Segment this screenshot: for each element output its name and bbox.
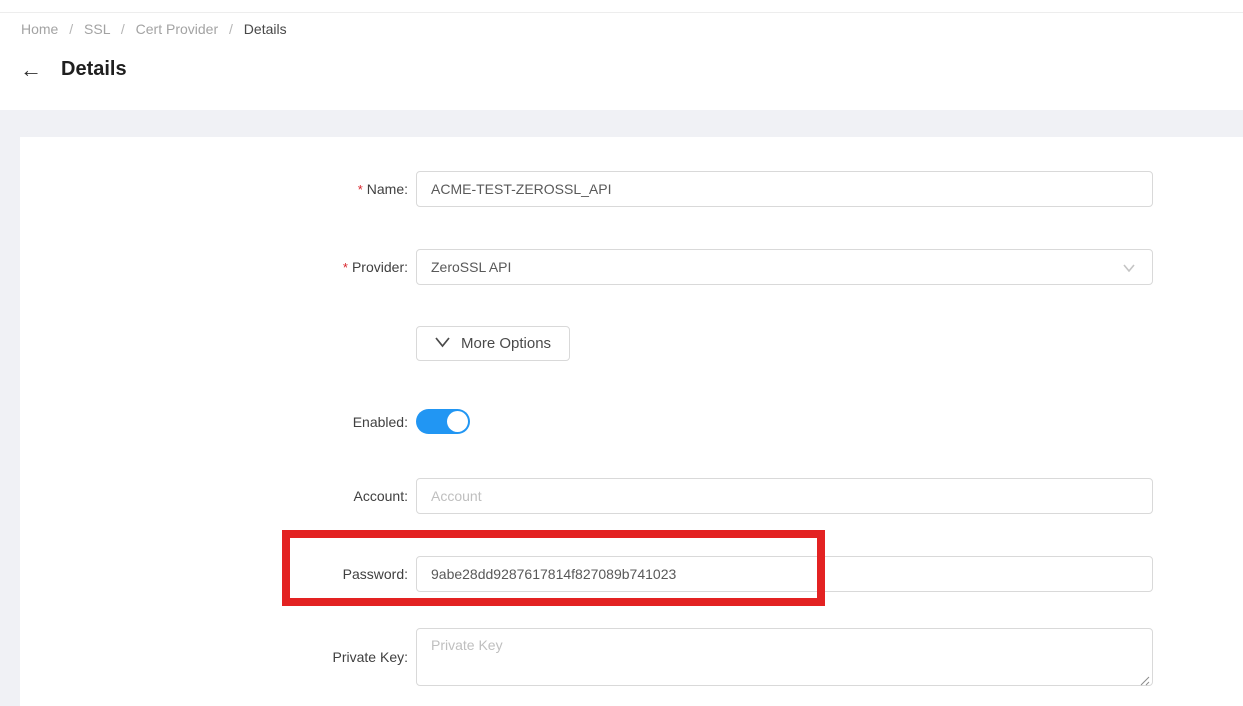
back-arrow-icon[interactable]: ← xyxy=(20,59,46,81)
account-input[interactable] xyxy=(416,478,1153,514)
cert-provider-details-page: Home / SSL / Cert Provider / Details ← D… xyxy=(0,0,1243,706)
name-label: *Name: xyxy=(20,181,408,197)
breadcrumb: Home / SSL / Cert Provider / Details xyxy=(0,13,1243,37)
more-options-button[interactable]: More Options xyxy=(416,326,570,361)
chevron-down-icon xyxy=(1122,261,1136,278)
breadcrumb-cert-provider[interactable]: Cert Provider xyxy=(136,21,218,37)
form-row-account: Account: xyxy=(20,478,1243,514)
chevron-down-icon xyxy=(435,335,450,352)
breadcrumb-home[interactable]: Home xyxy=(21,21,58,37)
page-header: ← Details xyxy=(0,37,1243,89)
provider-selected-value: ZeroSSL API xyxy=(431,259,511,275)
required-asterisk: * xyxy=(343,260,348,275)
private-key-label: Private Key: xyxy=(20,649,408,665)
account-label: Account: xyxy=(20,488,408,504)
form-row-enabled: Enabled: xyxy=(20,409,1243,434)
breadcrumb-ssl[interactable]: SSL xyxy=(84,21,110,37)
form-row-private-key: Private Key: xyxy=(20,628,1243,686)
breadcrumb-separator: / xyxy=(114,21,132,37)
form-row-password: Password: xyxy=(20,556,1243,592)
required-asterisk: * xyxy=(358,182,363,197)
private-key-textarea[interactable] xyxy=(416,628,1153,686)
form-row-name: *Name: xyxy=(20,171,1243,207)
provider-label: *Provider: xyxy=(20,259,408,275)
form-panel: *Name: *Provider: ZeroSSL API xyxy=(20,137,1243,706)
form-row-provider: *Provider: ZeroSSL API xyxy=(20,249,1243,285)
enabled-toggle[interactable] xyxy=(416,409,470,434)
page-title: Details xyxy=(61,58,127,81)
password-input[interactable] xyxy=(416,556,1153,592)
name-input[interactable] xyxy=(416,171,1153,207)
breadcrumb-details: Details xyxy=(244,21,287,37)
content-background: *Name: *Provider: ZeroSSL API xyxy=(0,110,1243,706)
breadcrumb-separator: / xyxy=(62,21,80,37)
breadcrumb-separator: / xyxy=(222,21,240,37)
provider-select[interactable]: ZeroSSL API xyxy=(416,249,1153,285)
resize-handle-icon[interactable] xyxy=(1140,673,1150,683)
more-options-label: More Options xyxy=(461,335,551,352)
toggle-knob xyxy=(447,411,468,432)
password-label: Password: xyxy=(20,566,408,582)
top-navbar-edge xyxy=(0,0,1243,13)
form-row-more-options: More Options xyxy=(20,326,1243,361)
enabled-label: Enabled: xyxy=(20,414,408,430)
